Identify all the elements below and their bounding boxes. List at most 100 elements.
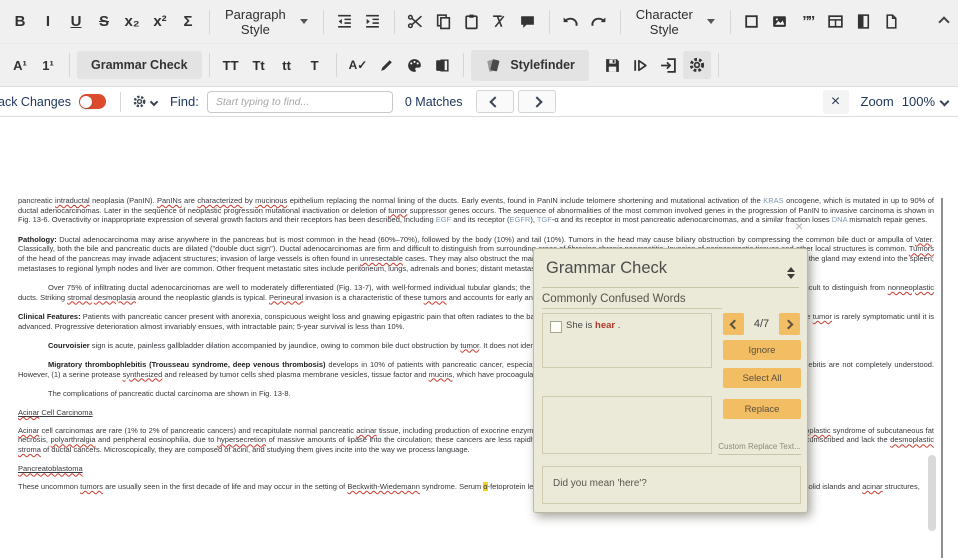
numbering-button[interactable]: 1¹ <box>36 50 60 80</box>
collapse-toolbar-button[interactable] <box>932 7 956 37</box>
italic-button[interactable]: I <box>36 7 60 37</box>
replace-button[interactable]: Replace <box>723 399 801 419</box>
capitalize-button[interactable]: Tt <box>247 50 271 80</box>
grammar-check-button[interactable]: Grammar Check <box>77 51 202 79</box>
copy-button[interactable] <box>432 7 456 37</box>
blockquote-button[interactable]: ”” <box>796 7 820 37</box>
divider <box>394 10 395 34</box>
chevron-down-icon <box>300 19 308 28</box>
find-next-button[interactable] <box>518 90 556 113</box>
paragraph-style-dropdown[interactable]: Paragraph Style <box>217 7 316 37</box>
select-all-button[interactable]: Select All <box>723 368 801 388</box>
color-palette-button[interactable] <box>402 50 426 80</box>
export-button[interactable] <box>657 50 681 80</box>
find-options-button[interactable] <box>129 90 160 114</box>
clear-formatting-icon <box>491 13 508 30</box>
track-changes-label: ack Changes <box>0 95 71 109</box>
close-findbar-button[interactable]: × <box>823 90 849 114</box>
confused-word: hear <box>595 320 615 331</box>
gear-icon <box>688 56 706 74</box>
sentence-text: She is hear . <box>566 320 620 331</box>
chevron-left-icon <box>730 319 740 329</box>
scissors-icon <box>407 13 424 30</box>
spellcheck-button[interactable]: A✓ <box>346 50 371 80</box>
insert-frame-button[interactable] <box>740 7 764 37</box>
uppercase-button[interactable]: TT <box>219 50 243 80</box>
triangle-up-icon <box>787 263 795 272</box>
stylefinder-button[interactable]: Stylefinder <box>471 50 589 81</box>
chevron-right-icon <box>531 96 542 107</box>
cut-button[interactable] <box>404 7 428 37</box>
prev-issue-button[interactable] <box>723 313 744 335</box>
divider <box>209 10 210 34</box>
next-issue-button[interactable] <box>779 313 800 335</box>
divider <box>718 53 719 77</box>
comment-button[interactable] <box>516 7 540 37</box>
save-button[interactable] <box>601 50 625 80</box>
sentence-box[interactable]: She is hear . <box>542 313 712 368</box>
paragraph-style-label: Paragraph Style <box>225 7 286 37</box>
document-area: pancreatic intraductal neoplasia (PanIN)… <box>0 118 958 558</box>
stylefinder-icon <box>485 57 502 74</box>
clipboard-icon <box>463 13 480 30</box>
edit-pencil-button[interactable] <box>374 50 398 80</box>
divider <box>69 53 70 77</box>
chevron-left-icon <box>489 96 500 107</box>
clear-formatting-button[interactable] <box>488 7 512 37</box>
undo-button[interactable] <box>559 7 583 37</box>
lowercase-button[interactable]: tt <box>275 50 299 80</box>
strikethrough-button[interactable]: S <box>92 7 116 37</box>
sort-icon[interactable] <box>787 263 795 283</box>
increase-indent-button[interactable] <box>361 7 385 37</box>
normal-case-button[interactable]: T <box>303 50 327 80</box>
bookmark-button[interactable] <box>852 7 876 37</box>
document-icon <box>883 13 900 30</box>
palette-icon <box>406 57 423 74</box>
insert-symbol-button[interactable]: Σ <box>176 7 200 37</box>
document-page-button[interactable] <box>880 7 904 37</box>
pencil-icon <box>378 57 395 74</box>
superscript-button[interactable]: x² <box>148 7 172 37</box>
custom-replace-field[interactable]: Custom Replace Text... <box>718 442 801 455</box>
matches-count: 0 Matches <box>405 95 463 109</box>
track-changes-toggle[interactable] <box>79 94 106 109</box>
toolbar-primary: B I U S x₂ x² Σ Paragraph Style Characte… <box>0 0 958 44</box>
divider <box>323 10 324 34</box>
find-prev-button[interactable] <box>476 90 514 113</box>
bookmark-icon <box>855 13 872 30</box>
dialog-subtitle: Commonly Confused Words <box>542 293 722 309</box>
chevron-down-icon <box>150 97 158 105</box>
divider <box>730 10 731 34</box>
insert-image-button[interactable] <box>768 7 792 37</box>
find-input[interactable] <box>207 91 393 113</box>
insert-table-button[interactable] <box>824 7 848 37</box>
divider <box>120 92 121 112</box>
sentence-checkbox[interactable] <box>550 321 562 333</box>
redo-button[interactable] <box>587 7 611 37</box>
style-pages-button[interactable] <box>430 50 454 80</box>
chevron-down-icon <box>707 19 715 28</box>
divider <box>549 10 550 34</box>
scrollbar-thumb[interactable] <box>928 455 936 531</box>
issue-counter: 4/7 <box>745 318 778 330</box>
undo-icon <box>561 13 580 30</box>
run-macro-button[interactable] <box>629 50 653 80</box>
bold-button[interactable]: B <box>8 7 32 37</box>
chevron-down-icon[interactable] <box>940 97 950 107</box>
paste-button[interactable] <box>460 7 484 37</box>
find-bar: ack Changes Find: 0 Matches × Zoom 100% <box>0 87 958 117</box>
font-size-up-button[interactable]: A¹ <box>8 50 32 80</box>
divider <box>542 287 799 288</box>
decrease-indent-button[interactable] <box>333 7 357 37</box>
character-style-dropdown[interactable]: Character Style <box>628 7 723 37</box>
ignore-button[interactable]: Ignore <box>723 340 801 360</box>
replacement-box <box>542 396 712 454</box>
dialog-close-icon[interactable]: × <box>795 218 803 234</box>
export-icon <box>660 57 677 74</box>
settings-button[interactable] <box>683 51 711 79</box>
quote-icon: ”” <box>802 13 813 30</box>
underline-button[interactable]: U <box>64 7 88 37</box>
subscript-button[interactable]: x₂ <box>120 7 144 37</box>
zoom-value[interactable]: 100% <box>902 94 935 109</box>
table-icon <box>827 13 844 30</box>
